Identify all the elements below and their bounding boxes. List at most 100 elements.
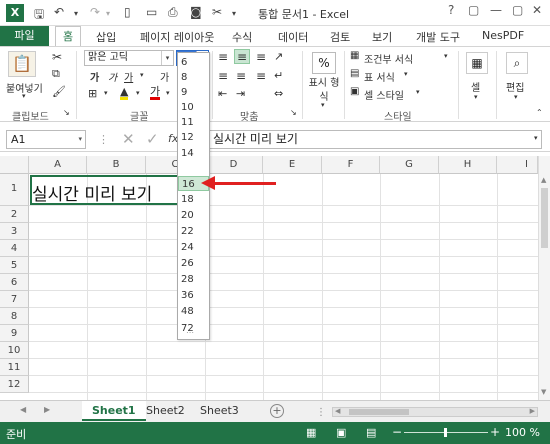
cut-icon[interactable]: ✂ — [52, 50, 62, 64]
row-header-5[interactable]: 5 — [0, 257, 29, 274]
horizontal-scrollbar[interactable]: ◀ ▶ — [332, 407, 538, 417]
redo-dropdown-icon[interactable]: ▾ — [106, 9, 110, 18]
page-layout-view-icon[interactable]: ▣ — [336, 426, 346, 439]
row-header-6[interactable]: 6 — [0, 274, 29, 291]
conditional-format-button[interactable]: 조건부 서식 — [364, 51, 413, 66]
cell-style-button[interactable]: 셀 스타일 — [364, 87, 404, 102]
open-file-icon[interactable]: ▭ — [146, 5, 157, 19]
row-header-4[interactable]: 4 — [0, 240, 29, 257]
sheet-prev-icon[interactable]: ◀ — [20, 405, 26, 414]
normal-view-icon[interactable]: ▦ — [306, 426, 316, 439]
font-color-dropdown-icon[interactable]: ▾ — [166, 89, 170, 97]
grow-font-button[interactable]: 가 — [160, 69, 169, 84]
bold-button[interactable]: 가 — [90, 69, 99, 84]
table-format-dropdown-icon[interactable]: ▾ — [404, 70, 408, 78]
border-dropdown-icon[interactable]: ▾ — [104, 89, 108, 97]
customize-qat-icon[interactable]: ▾ — [232, 9, 236, 18]
sheet-next-icon[interactable]: ▶ — [44, 405, 50, 414]
tab-view[interactable]: 보기 — [372, 29, 392, 45]
tab-file[interactable]: 파일 — [0, 26, 49, 46]
tab-page-layout[interactable]: 페이지 레이아웃 — [140, 29, 214, 45]
undo-dropdown-icon[interactable]: ▾ — [74, 9, 78, 18]
find-icon[interactable]: ⌕ — [506, 52, 528, 74]
editing-button[interactable]: 편집 — [506, 79, 524, 94]
editing-dropdown-icon[interactable]: ▾ — [514, 93, 518, 101]
expand-formula-icon[interactable]: ▾ — [534, 134, 538, 142]
name-box-dropdown-icon[interactable]: ▾ — [78, 131, 82, 148]
size-option-24[interactable]: 24 — [178, 240, 209, 255]
sheet-tab-sheet3[interactable]: Sheet3 — [190, 401, 249, 421]
col-header-e[interactable]: E — [263, 156, 322, 174]
middle-align-icon[interactable]: ≡ — [234, 49, 250, 64]
tab-data[interactable]: 데이터 — [278, 29, 308, 45]
bottom-align-icon[interactable]: ≡ — [256, 50, 266, 64]
size-option-22[interactable]: 22 — [178, 224, 209, 239]
scroll-thumb[interactable] — [541, 188, 548, 248]
col-header-h[interactable]: H — [439, 156, 497, 174]
align-center-icon[interactable]: ≡ — [236, 69, 246, 83]
clipboard-icon[interactable]: 📋 — [8, 51, 36, 77]
size-option-26[interactable]: 26 — [178, 256, 209, 271]
formula-options-icon[interactable]: ⋮ — [98, 133, 109, 146]
underline-button[interactable]: 가 — [124, 69, 133, 84]
increase-indent-icon[interactable]: ⇥ — [236, 87, 245, 100]
tab-home[interactable]: 홈 — [55, 26, 82, 47]
size-option-14[interactable]: 14 — [178, 146, 209, 161]
save-icon[interactable]: 🖫 — [34, 5, 44, 26]
conditional-format-dropdown-icon[interactable]: ▾ — [444, 52, 448, 60]
col-header-a[interactable]: A — [29, 156, 87, 174]
tab-formulas[interactable]: 수식 — [232, 29, 252, 45]
size-option-11[interactable]: 11 — [178, 115, 209, 130]
tab-developer[interactable]: 개발 도구 — [416, 29, 460, 45]
cell-style-icon[interactable]: ▣ — [350, 86, 359, 97]
col-header-d[interactable]: D — [205, 156, 263, 174]
scroll-down-icon[interactable]: ▼ — [541, 388, 546, 396]
percent-icon[interactable]: % — [312, 52, 336, 74]
undo-icon[interactable]: ↶ — [54, 5, 64, 19]
vertical-scrollbar[interactable]: ▲ ▼ — [538, 156, 550, 400]
border-icon[interactable]: ⊞ — [88, 87, 97, 100]
close-icon[interactable]: ✕ — [532, 3, 542, 17]
size-option-18[interactable]: 18 — [178, 192, 209, 207]
size-option-12[interactable]: 12 — [178, 130, 209, 145]
tab-insert[interactable]: 삽입 — [96, 29, 116, 45]
zoom-in-icon[interactable]: + — [490, 425, 500, 439]
camera-icon[interactable]: ◙ — [190, 5, 202, 19]
clipboard-launcher-icon[interactable]: ↘ — [63, 108, 70, 117]
add-sheet-button[interactable]: + — [270, 404, 284, 418]
font-color-icon[interactable]: 가 — [150, 86, 161, 100]
cut-icon[interactable]: ✂ — [212, 5, 222, 19]
cell-style-dropdown-icon[interactable]: ▾ — [416, 88, 420, 96]
row-header-10[interactable]: 10 — [0, 342, 29, 359]
font-name-dropdown-icon[interactable]: ▾ — [161, 51, 173, 65]
zoom-level[interactable]: 100 % — [505, 426, 540, 439]
redo-icon[interactable]: ↷ — [90, 5, 100, 19]
worksheet-grid[interactable]: A B C D E F G H I 1 2 3 4 5 6 7 8 9 10 1… — [0, 156, 550, 400]
underline-dropdown-icon[interactable]: ▾ — [140, 71, 144, 79]
orientation-icon[interactable]: ↗ — [274, 50, 283, 63]
row-header-8[interactable]: 8 — [0, 308, 29, 325]
ribbon-display-icon[interactable]: ▢ — [468, 3, 479, 17]
size-option-36[interactable]: 36 — [178, 288, 209, 303]
select-all-corner[interactable] — [0, 156, 29, 174]
scroll-right-icon[interactable]: ▶ — [530, 407, 535, 415]
paste-dropdown-icon[interactable]: ▾ — [22, 92, 26, 100]
restore-icon[interactable]: ▢ — [512, 3, 523, 17]
row-header-1[interactable]: 1 — [0, 174, 29, 206]
size-option-8[interactable]: 8 — [178, 70, 209, 85]
fill-color-dropdown-icon[interactable]: ▾ — [136, 89, 140, 97]
number-format-dropdown-icon[interactable]: ▾ — [321, 101, 325, 109]
zoom-out-icon[interactable]: − — [392, 425, 402, 439]
table-format-button[interactable]: 표 서식 — [364, 69, 395, 84]
help-icon[interactable]: ? — [448, 3, 454, 17]
format-painter-icon[interactable]: 🖌 — [52, 85, 66, 98]
col-header-g[interactable]: G — [380, 156, 439, 174]
align-right-icon[interactable]: ≡ — [256, 69, 266, 83]
cells-button[interactable]: 셀 — [471, 79, 480, 94]
alignment-launcher-icon[interactable]: ↘ — [290, 108, 297, 117]
merge-center-icon[interactable]: ⇔ — [274, 87, 283, 100]
col-header-b[interactable]: B — [87, 156, 146, 174]
tab-nespdf[interactable]: NesPDF — [482, 29, 524, 42]
scroll-left-icon[interactable]: ◀ — [335, 407, 340, 415]
size-option-20[interactable]: 20 — [178, 208, 209, 223]
